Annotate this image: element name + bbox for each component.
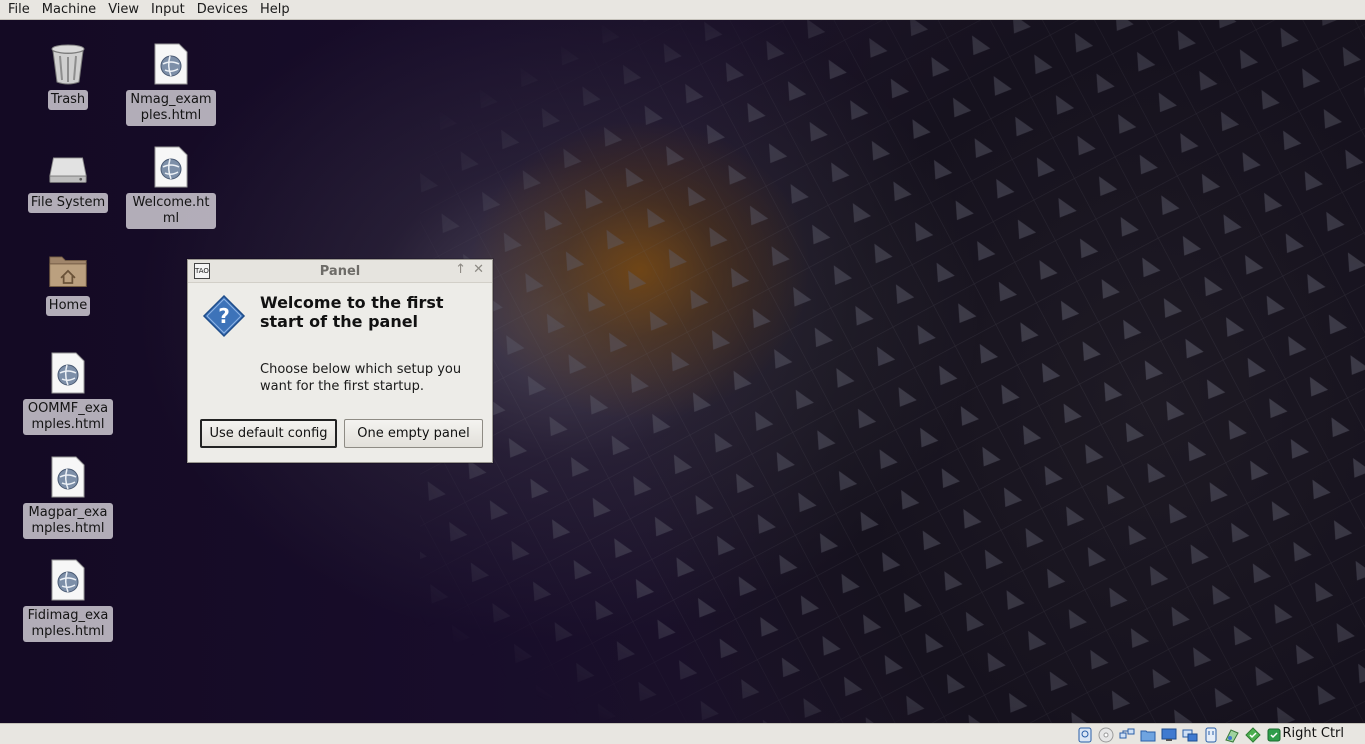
desktop-icon-label: OOMMF_examples.html: [23, 399, 113, 435]
dialog-title: Panel: [319, 263, 361, 279]
desktop-icon-magpar[interactable]: Magpar_examples.html: [23, 455, 113, 539]
cpu-icon[interactable]: [1224, 727, 1240, 743]
desktop-icon-trash[interactable]: Trash: [23, 42, 113, 110]
home-folder-icon: [48, 248, 88, 292]
desktop-icon-fidimag[interactable]: Fidimag_examples.html: [23, 558, 113, 642]
drive-icon: [48, 145, 88, 189]
desktop-icon-label: Welcome.html: [126, 193, 216, 229]
question-icon: ?: [202, 294, 246, 338]
video-capture-icon[interactable]: [1182, 727, 1198, 743]
desktop-icon-label: Magpar_examples.html: [23, 503, 113, 539]
html-file-icon: [151, 145, 191, 189]
mouse-integration-icon[interactable]: [1245, 727, 1261, 743]
roll-up-icon[interactable]: ↑: [455, 262, 466, 277]
usb-icon[interactable]: [1203, 727, 1219, 743]
menu-machine[interactable]: Machine: [36, 0, 102, 19]
dialog-titlebar[interactable]: TAO Panel ↑ ✕: [188, 260, 492, 283]
use-default-config-button[interactable]: Use default config: [200, 419, 337, 448]
host-statusbar: Right Ctrl: [0, 723, 1365, 744]
close-icon[interactable]: ✕: [473, 262, 484, 277]
desktop-icon-welcome[interactable]: Welcome.html: [126, 145, 216, 229]
panel-app-icon[interactable]: TAO: [194, 263, 210, 279]
dialog-message: Choose below which setup you want for th…: [260, 362, 462, 394]
host-key-label: Right Ctrl: [1282, 726, 1345, 741]
optical-drive-icon[interactable]: [1098, 727, 1114, 743]
dialog-heading: Welcome to the first start of the panel: [260, 293, 444, 331]
host-key-icon[interactable]: [1266, 727, 1282, 743]
one-empty-panel-button[interactable]: One empty panel: [344, 419, 483, 448]
menu-file[interactable]: File: [0, 0, 36, 19]
desktop-icon-label: Trash: [47, 90, 89, 110]
desktop-icon-nmag[interactable]: Nmag_examples.html: [126, 42, 216, 126]
desktop-icon-home[interactable]: Home: [23, 248, 113, 316]
html-file-icon: [151, 42, 191, 86]
desktop-icon-oommf[interactable]: OOMMF_examples.html: [23, 351, 113, 435]
hard-disk-icon[interactable]: [1077, 727, 1093, 743]
desktop-icon-file-system[interactable]: File System: [23, 145, 113, 213]
html-file-icon: [48, 351, 88, 395]
html-file-icon: [48, 455, 88, 499]
menu-help[interactable]: Help: [254, 0, 296, 19]
host-menubar: File Machine View Input Devices Help: [0, 0, 1365, 20]
desktop-icon-label: Fidimag_examples.html: [23, 606, 113, 642]
html-file-icon: [48, 558, 88, 602]
panel-welcome-dialog: TAO Panel ↑ ✕ ? Welcome to the first sta…: [187, 259, 493, 463]
desktop-icon-label: Home: [45, 296, 91, 316]
menu-input[interactable]: Input: [145, 0, 191, 19]
shared-folder-icon[interactable]: [1140, 727, 1156, 743]
display-icon[interactable]: [1161, 727, 1177, 743]
desktop-icon-label: File System: [27, 193, 109, 213]
desktop-icon-label: Nmag_examples.html: [126, 90, 216, 126]
menu-devices[interactable]: Devices: [191, 0, 254, 19]
trash-icon: [48, 42, 88, 86]
menu-view[interactable]: View: [102, 0, 145, 19]
network-icon[interactable]: [1119, 727, 1135, 743]
svg-text:?: ?: [218, 304, 230, 328]
